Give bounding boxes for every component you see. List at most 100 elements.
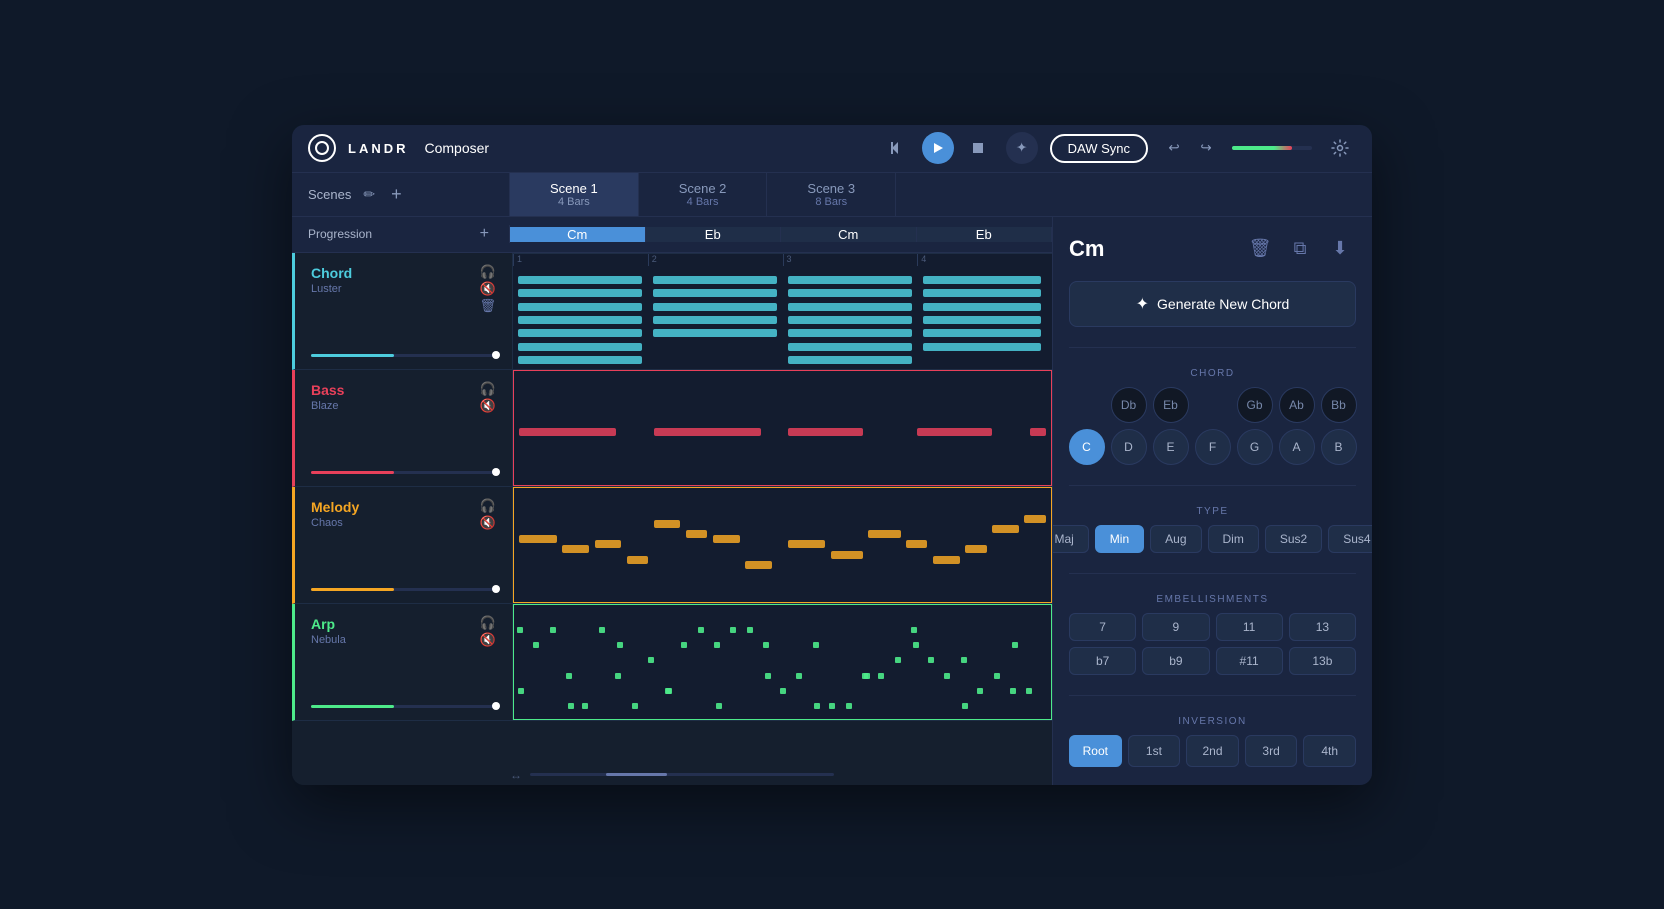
type-aug-button[interactable]: Aug — [1150, 525, 1201, 553]
type-dim-button[interactable]: Dim — [1208, 525, 1259, 553]
note[interactable] — [829, 703, 835, 709]
note[interactable] — [550, 627, 556, 633]
emb-b7-button[interactable]: b7 — [1069, 647, 1136, 675]
note[interactable] — [923, 343, 1042, 351]
note[interactable] — [519, 535, 557, 543]
note[interactable] — [518, 303, 642, 311]
vol-track-bass[interactable] — [311, 471, 496, 474]
vol-track-chord[interactable] — [311, 354, 496, 357]
note[interactable] — [906, 540, 927, 548]
note[interactable] — [1010, 688, 1016, 694]
mute-button-bass[interactable]: 🔇 — [480, 399, 496, 412]
inv-1st-button[interactable]: 1st — [1128, 735, 1181, 767]
copy-chord-button[interactable]: ⧉ — [1284, 233, 1316, 265]
delete-chord-button[interactable]: 🗑 — [1244, 233, 1276, 265]
inv-root-button[interactable]: Root — [1069, 735, 1122, 767]
chord-cell-3[interactable]: Eb — [917, 227, 1053, 242]
note[interactable] — [653, 276, 777, 284]
note[interactable] — [582, 703, 588, 709]
headphone-button-chord[interactable]: 🎧 — [480, 265, 496, 278]
note[interactable] — [923, 289, 1042, 297]
stop-button[interactable] — [962, 132, 994, 164]
piano-roll-bass[interactable] — [513, 370, 1052, 486]
note[interactable] — [814, 703, 820, 709]
emb-13-button[interactable]: 13 — [1289, 613, 1356, 641]
mute-button-arp[interactable]: 🔇 — [480, 633, 496, 646]
emb-13b-button[interactable]: 13b — [1289, 647, 1356, 675]
note[interactable] — [615, 673, 621, 679]
key-eb-button[interactable]: Eb — [1153, 387, 1189, 423]
note[interactable] — [519, 428, 616, 436]
inv-4th-button[interactable]: 4th — [1303, 735, 1356, 767]
note[interactable] — [686, 530, 707, 538]
note[interactable] — [518, 688, 524, 694]
emb-7-button[interactable]: 7 — [1069, 613, 1136, 641]
key-db-button[interactable]: Db — [1111, 387, 1147, 423]
key-b-button[interactable]: B — [1321, 429, 1357, 465]
note[interactable] — [763, 642, 769, 648]
note[interactable] — [562, 545, 589, 553]
key-d-button[interactable]: D — [1111, 429, 1147, 465]
note[interactable] — [788, 289, 912, 297]
note[interactable] — [994, 673, 1000, 679]
piano-roll-melody[interactable] — [513, 487, 1052, 603]
generate-chord-button[interactable]: ✦ Generate New Chord — [1069, 281, 1356, 327]
scroll-left-icon[interactable]: ↔ — [510, 768, 522, 782]
note[interactable] — [1024, 515, 1045, 523]
note[interactable] — [568, 703, 574, 709]
note[interactable] — [933, 556, 960, 564]
note[interactable] — [788, 540, 826, 548]
note[interactable] — [617, 642, 623, 648]
key-ab-button[interactable]: Ab — [1279, 387, 1315, 423]
note[interactable] — [864, 673, 870, 679]
note[interactable] — [961, 657, 967, 663]
note[interactable] — [747, 627, 753, 633]
note[interactable] — [518, 276, 642, 284]
note[interactable] — [923, 329, 1042, 337]
play-button[interactable] — [922, 132, 954, 164]
note[interactable] — [745, 561, 772, 569]
note[interactable] — [878, 673, 884, 679]
note[interactable] — [913, 642, 919, 648]
headphone-button-bass[interactable]: 🎧 — [480, 382, 496, 395]
note[interactable] — [944, 673, 950, 679]
emb-11-button[interactable]: 11 — [1216, 613, 1283, 641]
note[interactable] — [788, 303, 912, 311]
note[interactable] — [681, 642, 687, 648]
note[interactable] — [595, 540, 622, 548]
note[interactable] — [917, 428, 992, 436]
note[interactable] — [518, 316, 642, 324]
note[interactable] — [868, 530, 900, 538]
add-progression-button[interactable]: + — [476, 225, 493, 243]
note[interactable] — [632, 703, 638, 709]
note[interactable] — [714, 642, 720, 648]
note[interactable] — [517, 627, 523, 633]
note[interactable] — [653, 316, 777, 324]
scroll-track[interactable] — [530, 773, 834, 776]
note[interactable] — [796, 673, 802, 679]
note[interactable] — [654, 520, 681, 528]
download-chord-button[interactable]: ⬇ — [1324, 233, 1356, 265]
pencil-icon[interactable]: ✏ — [363, 186, 375, 203]
scene-tab-1[interactable]: Scene 1 4 Bars — [510, 173, 639, 216]
type-sus2-button[interactable]: Sus2 — [1265, 525, 1322, 553]
note[interactable] — [599, 627, 605, 633]
emb-s11-button[interactable]: #11 — [1216, 647, 1283, 675]
note[interactable] — [831, 551, 863, 559]
note[interactable] — [533, 642, 539, 648]
note[interactable] — [911, 627, 917, 633]
key-c-button[interactable]: C — [1069, 429, 1105, 465]
note[interactable] — [518, 289, 642, 297]
key-g-button[interactable]: G — [1237, 429, 1273, 465]
undo-button[interactable]: ↩ — [1160, 134, 1188, 162]
note[interactable] — [788, 428, 863, 436]
piano-roll-chord[interactable]: 1 2 3 4 — [513, 253, 1052, 369]
inv-3rd-button[interactable]: 3rd — [1245, 735, 1298, 767]
note[interactable] — [813, 642, 819, 648]
note[interactable] — [716, 703, 722, 709]
scene-tab-2[interactable]: Scene 2 4 Bars — [639, 173, 768, 216]
note[interactable] — [928, 657, 934, 663]
note[interactable] — [788, 356, 912, 364]
mute-button-melody[interactable]: 🔇 — [480, 516, 496, 529]
key-gb-button[interactable]: Gb — [1237, 387, 1273, 423]
